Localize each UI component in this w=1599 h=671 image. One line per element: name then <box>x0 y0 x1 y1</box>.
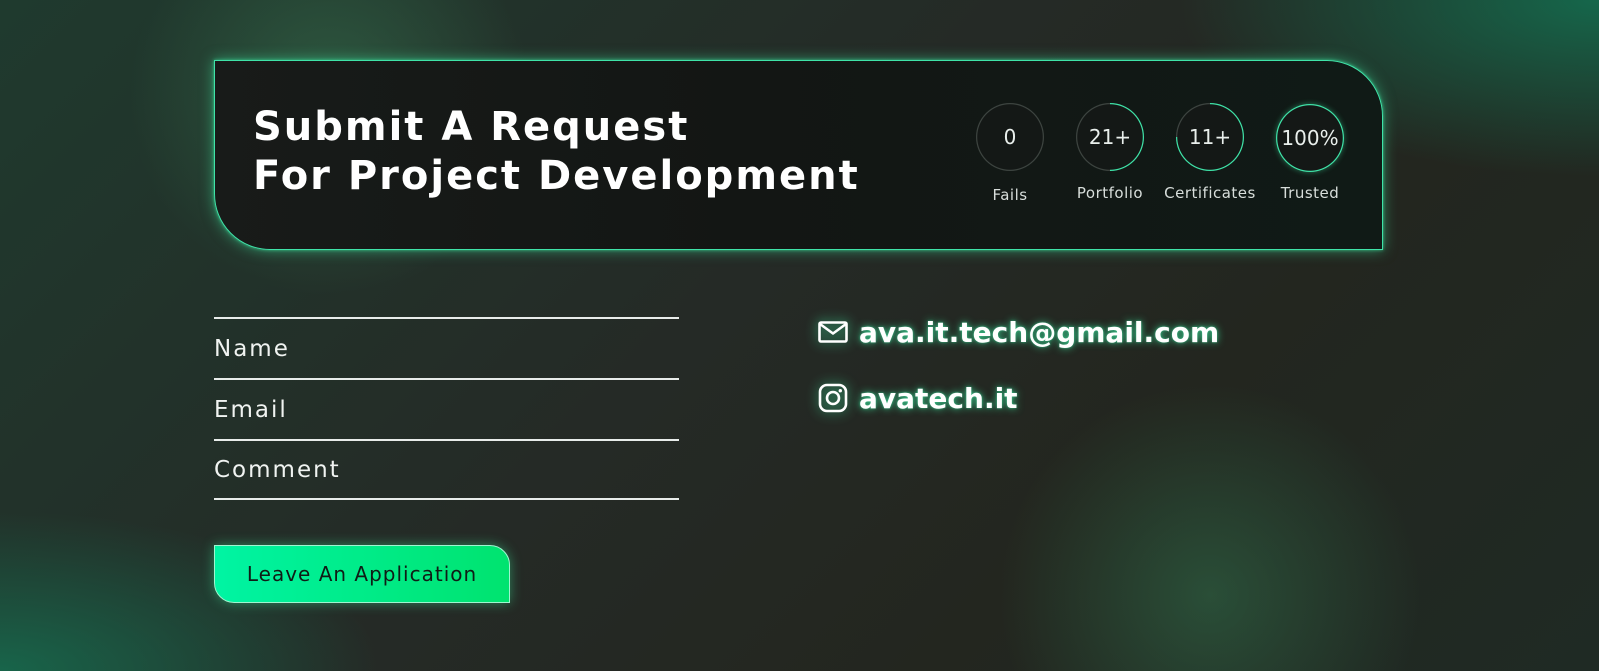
name-input[interactable] <box>214 335 679 362</box>
name-field-row <box>214 317 679 378</box>
stat-value: 100% <box>1281 126 1339 150</box>
stat-ring: 11+ <box>1176 103 1244 171</box>
page-title: Submit A Request For Project Development <box>253 103 860 201</box>
email-input[interactable] <box>214 396 679 423</box>
email-field-row <box>214 378 679 439</box>
mail-icon <box>817 316 849 348</box>
page-title-line-1: Submit A Request <box>253 104 690 150</box>
stat-label: Portfolio <box>1076 184 1144 202</box>
stat-value: 21+ <box>1088 125 1132 149</box>
contacts: ava.it.tech@gmail.com avatech.it <box>817 313 1219 445</box>
instagram-link[interactable]: avatech.it <box>859 382 1018 415</box>
stat-value: 0 <box>1003 125 1017 149</box>
stat-label: Certificates <box>1164 184 1256 202</box>
page-title-line-2: For Project Development <box>253 153 860 199</box>
stat-certificates: 11+ Certificates <box>1155 103 1265 202</box>
contact-instagram: avatech.it <box>817 379 1219 417</box>
stat-value: 11+ <box>1188 125 1232 149</box>
stat-fails: 0 Fails <box>955 103 1065 204</box>
request-form <box>214 317 679 500</box>
instagram-icon <box>817 382 849 414</box>
stat-portfolio: 21+ Portfolio <box>1055 103 1165 202</box>
email-link[interactable]: ava.it.tech@gmail.com <box>859 316 1219 349</box>
comment-field-row <box>214 439 679 500</box>
request-banner: Submit A Request For Project Development… <box>214 60 1383 250</box>
comment-input[interactable] <box>214 456 679 483</box>
stat-label: Trusted <box>1280 184 1340 202</box>
stat-trusted: 100% Trusted <box>1255 104 1365 202</box>
stat-ring: 100% <box>1276 104 1344 172</box>
stat-label: Fails <box>992 186 1028 204</box>
stat-ring: 0 <box>976 103 1044 171</box>
leave-application-button[interactable]: Leave An Application <box>214 545 510 603</box>
stat-ring: 21+ <box>1076 103 1144 171</box>
contact-email: ava.it.tech@gmail.com <box>817 313 1219 351</box>
